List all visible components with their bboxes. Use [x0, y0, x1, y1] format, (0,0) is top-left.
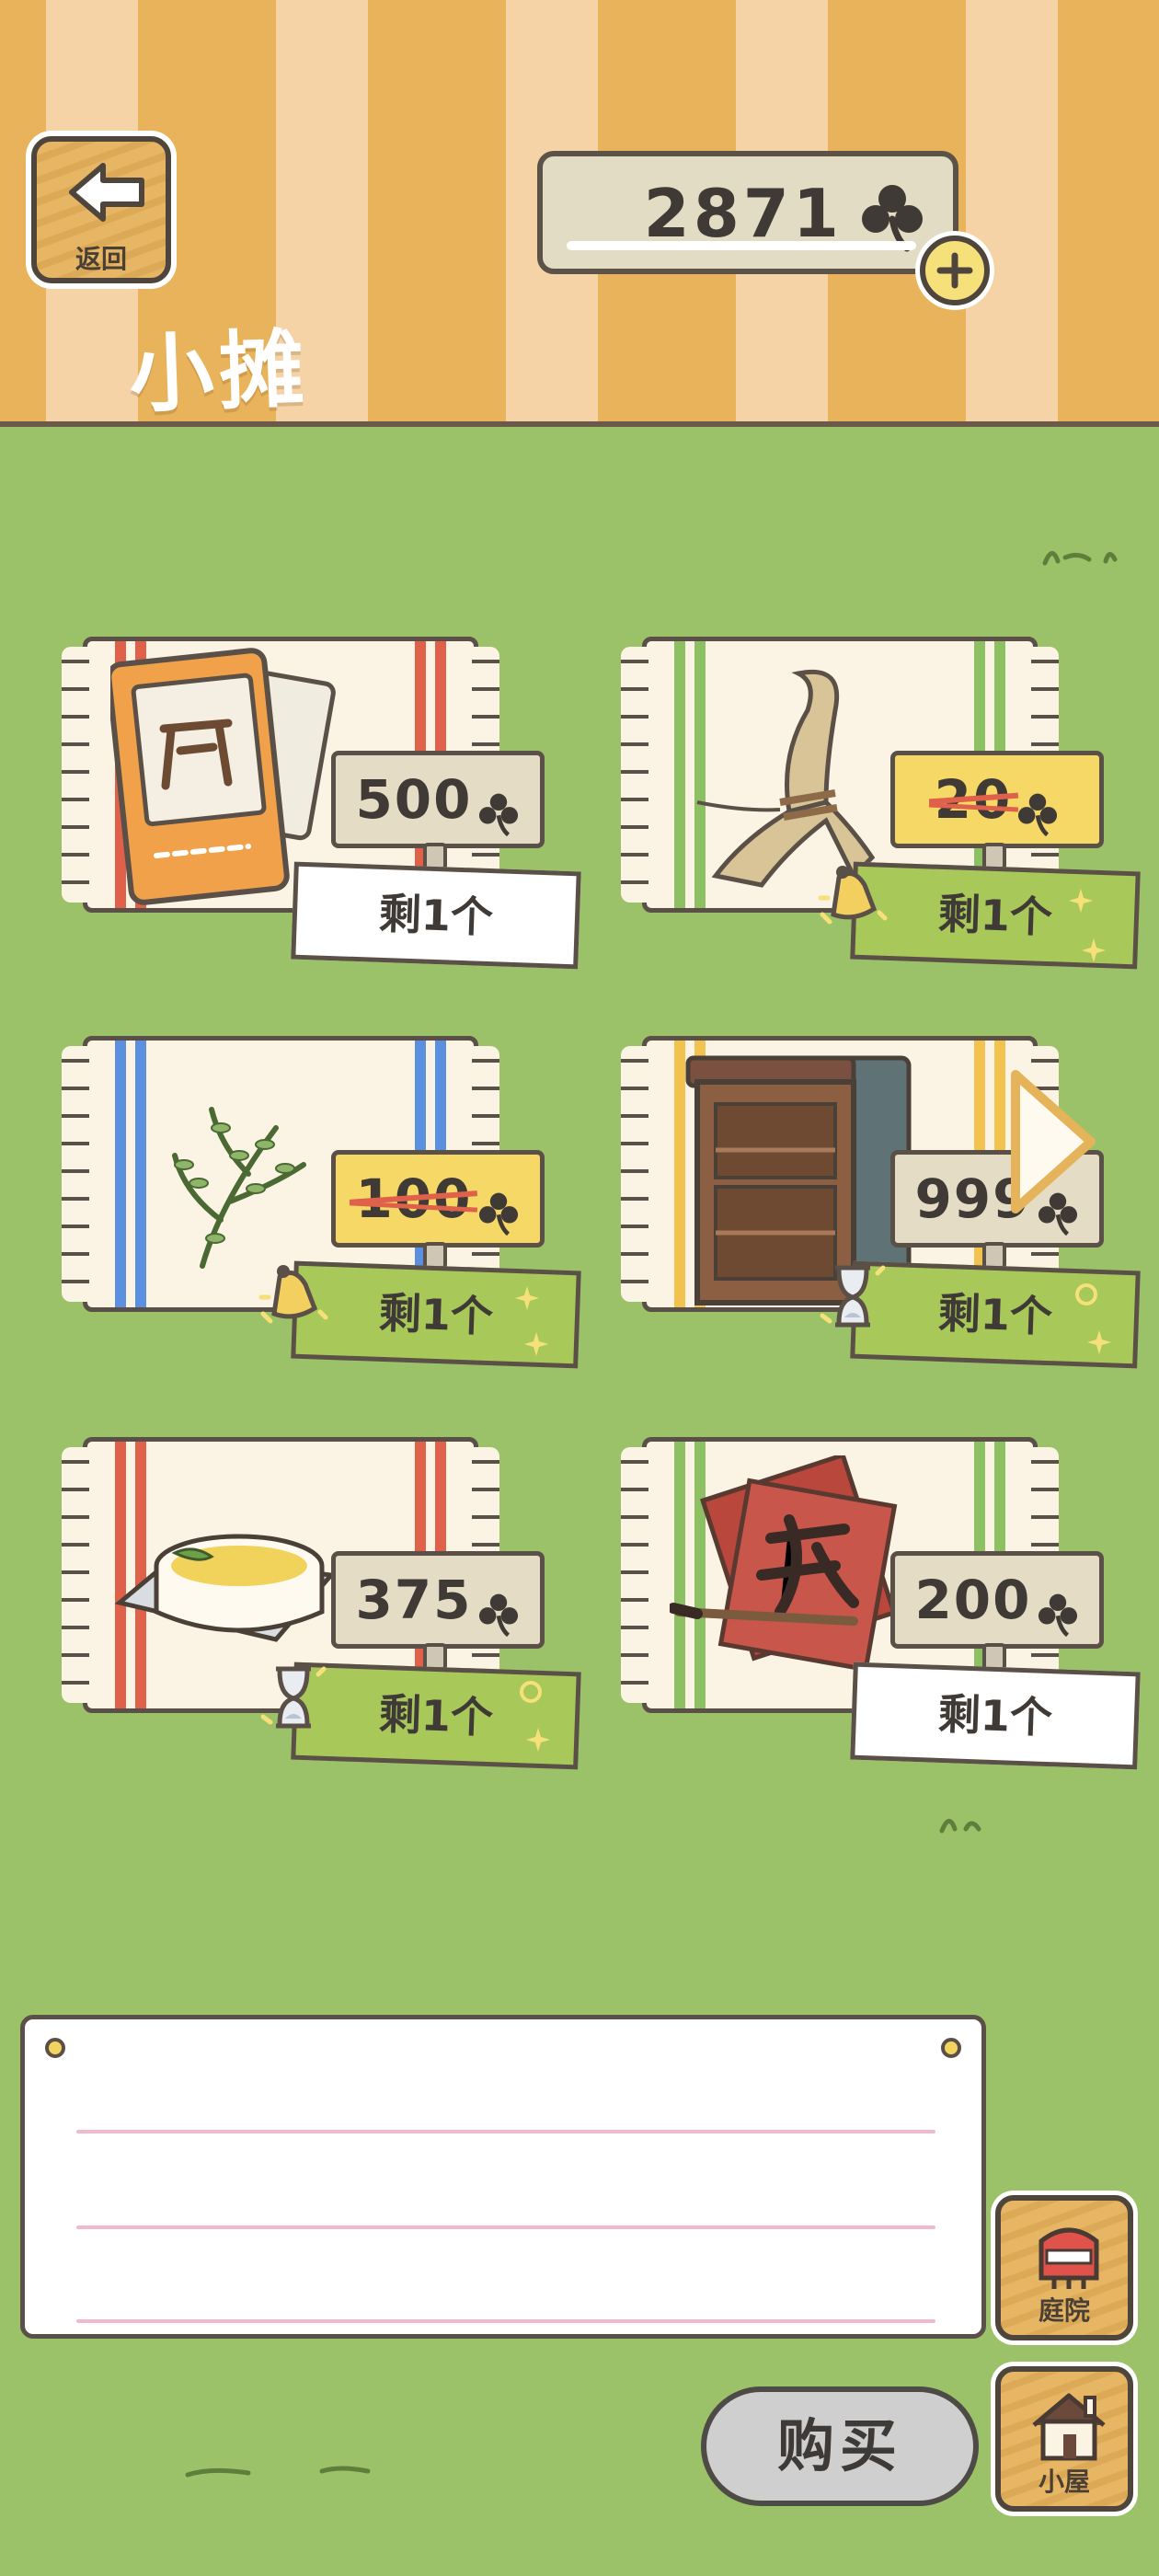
clover-icon [478, 793, 518, 836]
back-button[interactable]: 返回 [31, 136, 171, 283]
board-line [76, 2130, 935, 2133]
sparkle-icon [1069, 889, 1093, 913]
clover-icon [478, 1192, 518, 1236]
next-page-arrow-icon[interactable] [1003, 1064, 1104, 1220]
coin-box-shine [567, 241, 916, 250]
clover-icon [478, 1593, 518, 1637]
sparkle-icon [1087, 1330, 1111, 1354]
house-icon [1032, 2393, 1106, 2461]
board-line [76, 2225, 935, 2229]
stock-text: 剩1个 [378, 1287, 494, 1342]
price-value: 200 [914, 1569, 1032, 1631]
yard-button[interactable]: 庭院 [995, 2195, 1133, 2340]
price-value: 20 [934, 768, 1013, 831]
stock-text: 剩1个 [378, 1688, 494, 1743]
price-value: 375 [355, 1569, 473, 1631]
yard-icon [1039, 2227, 1099, 2289]
clock-icon [1075, 1283, 1097, 1305]
grass-tuft [1042, 551, 1118, 566]
price-tag: 100 [331, 1150, 545, 1248]
stock-label: 剩1个 [850, 1662, 1141, 1770]
house-button[interactable]: 小屋 [995, 2366, 1133, 2512]
clock-icon [520, 1681, 542, 1703]
hourglass-icon [260, 1666, 327, 1729]
stock-label: 剩1个 [291, 1662, 581, 1770]
house-label: 小屋 [1038, 2467, 1090, 2497]
sparkle-icon [524, 1332, 548, 1356]
hourglass-icon [820, 1265, 886, 1328]
plus-icon [936, 252, 973, 289]
back-label: 返回 [75, 244, 127, 274]
stock-text: 剩1个 [378, 888, 494, 943]
stock-text: 剩1个 [937, 1287, 1053, 1342]
buy-button[interactable]: 购买 [701, 2386, 979, 2506]
page-title: 小摊 [127, 319, 312, 425]
shop-item-card[interactable]: 500 剩1个 [55, 637, 581, 970]
bell-icon [818, 866, 888, 925]
grass-tuft [185, 2466, 371, 2478]
price-value: 500 [355, 768, 473, 831]
message-board [20, 2015, 986, 2339]
sparkle-icon [526, 1728, 550, 1752]
add-coins-button[interactable] [920, 236, 990, 305]
bell-icon [258, 1265, 328, 1324]
sparkle-icon [1082, 938, 1106, 962]
clover-icon [1018, 793, 1058, 836]
board-pin [45, 2038, 65, 2058]
stock-text: 剩1个 [937, 888, 1053, 943]
coin-balance: 2871 [537, 151, 958, 274]
price-tag: 200 [890, 1551, 1104, 1649]
stock-text: 剩1个 [937, 1688, 1053, 1743]
price-tag: 375 [331, 1551, 545, 1649]
yard-label: 庭院 [1038, 2295, 1090, 2326]
herb-sprig-icon [172, 1107, 306, 1269]
clover-icon [1038, 1593, 1077, 1637]
shop-item-card[interactable]: 375 剩1个 [55, 1437, 581, 1770]
board-line [76, 2319, 935, 2323]
back-arrow-icon [69, 163, 144, 222]
shop-item-card[interactable]: 100 剩1个 [55, 1036, 581, 1369]
shop-item-card[interactable]: 20 剩1个 [614, 637, 1141, 970]
grass-tuft [939, 1819, 981, 1834]
dish-on-tray-icon [114, 1534, 336, 1642]
price-value: 100 [355, 1167, 473, 1230]
calligraphy-paper-icon [670, 1455, 898, 1673]
sparkle-icon [515, 1286, 539, 1310]
price-tag: 500 [331, 751, 545, 848]
price-tag: 20 [890, 751, 1104, 848]
board-pin [941, 2038, 961, 2058]
stock-label: 剩1个 [291, 861, 581, 970]
shop-item-card[interactable]: 200 剩1个 [614, 1437, 1141, 1770]
